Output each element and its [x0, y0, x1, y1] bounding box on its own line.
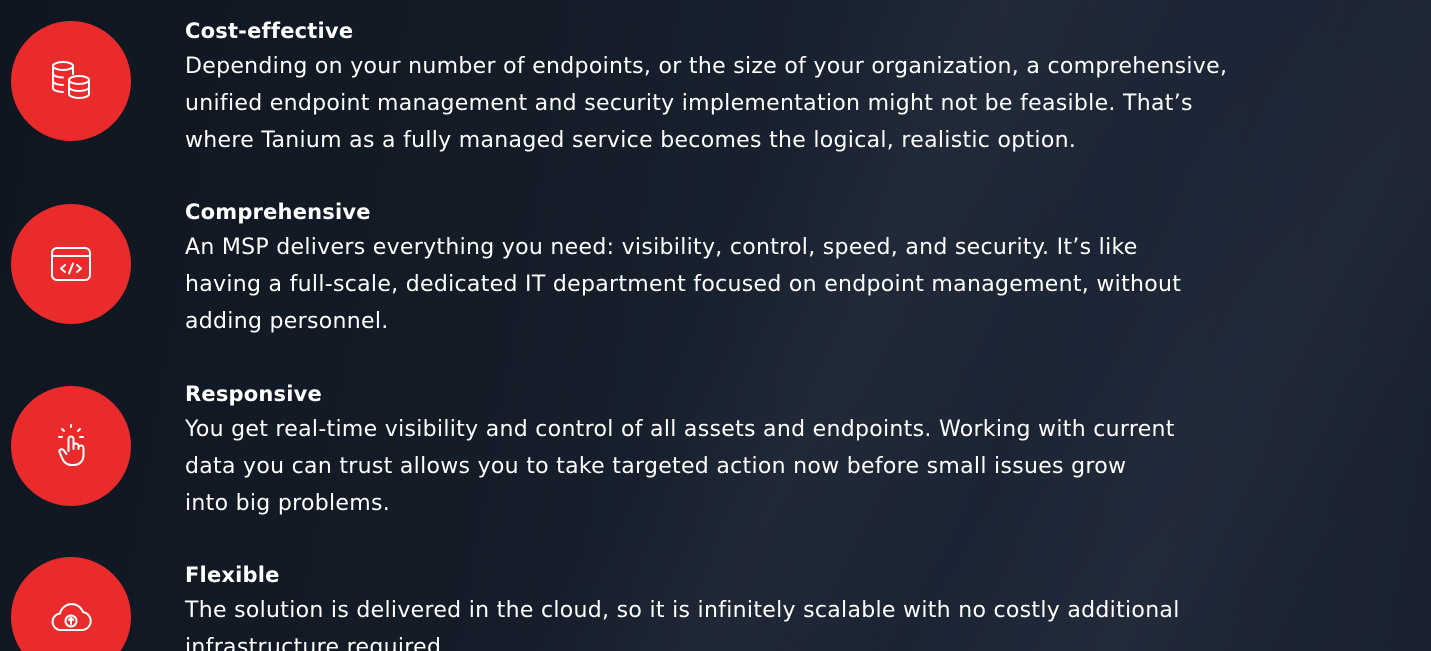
- feature-description: You get real-time visibility and control…: [185, 417, 1175, 516]
- feature-text: Comprehensive An MSP delivers everything…: [185, 198, 1425, 340]
- feature-title: Responsive: [185, 382, 322, 406]
- feature-description: The solution is delivered in the cloud, …: [185, 598, 1180, 651]
- feature-text: Responsive You get real-time visibility …: [185, 380, 1425, 522]
- code-window-icon: [51, 247, 91, 281]
- tap-hand-icon: [58, 424, 85, 466]
- feature-description: Depending on your number of endpoints, o…: [185, 54, 1228, 153]
- feature-title: Cost-effective: [185, 19, 354, 43]
- feature-title: Flexible: [185, 563, 280, 587]
- feature-title: Comprehensive: [185, 200, 371, 224]
- feature-icon-badge: [11, 557, 131, 651]
- feature-description: An MSP delivers everything you need: vis…: [185, 235, 1182, 334]
- feature-icon-badge: [11, 21, 131, 141]
- database-stack-icon: [52, 61, 90, 99]
- feature-text: Flexible The solution is delivered in th…: [185, 561, 1425, 651]
- cloud-upload-icon: [51, 603, 92, 631]
- feature-icon-badge: [11, 204, 131, 324]
- feature-icon-badge: [11, 386, 131, 506]
- feature-text: Cost-effective Depending on your number …: [185, 17, 1425, 159]
